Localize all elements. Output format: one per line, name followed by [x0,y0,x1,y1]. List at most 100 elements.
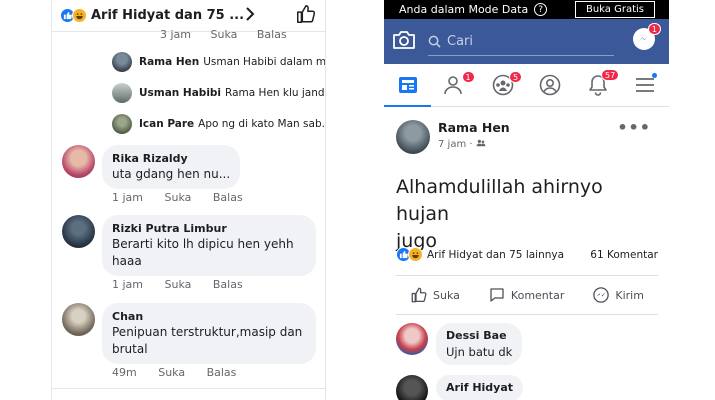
messenger-send-icon [593,287,610,303]
profile-icon [539,74,561,96]
facebook-post-panel: Anda dalam Mode Data ? Buka Gratis Cari … [384,0,669,400]
nav-profile[interactable] [527,64,575,106]
search-placeholder: Cari [447,33,473,49]
comment-meta: 1 jam Suka Balas [112,278,261,291]
reply-author: Usman Habibi [139,87,222,99]
comment-composer-bar[interactable] [52,388,325,400]
reactors-text: Arif Hidyat dan 75 ... [91,8,245,23]
reply-item[interactable]: Usman Habibi Rama Hen klu jand... [112,83,326,103]
avatar[interactable] [62,303,95,336]
avatar [112,114,132,134]
haha-reaction-icon [72,8,87,23]
post-text: Alhamdulillah ahirnyo hujan jugo [396,174,656,255]
send-button[interactable]: Kirim [592,286,644,304]
send-label: Kirim [615,288,644,302]
notifications-badge: 57 [601,69,620,81]
friends-audience-icon [476,139,486,147]
like-label: Suka [433,288,460,302]
post-reactors[interactable]: Arif Hidyat dan 75 lainnya [427,249,564,261]
news-feed-icon [398,77,417,93]
post-text-line: Alhamdulillah ahirnyo hujan [396,176,603,225]
like-link[interactable]: Suka [158,366,185,379]
avatar[interactable] [396,375,428,400]
groups-badge: 5 [509,71,523,83]
reply-link[interactable]: Balas [257,28,287,41]
reply-link[interactable]: Balas [213,191,243,204]
comment-bubble[interactable]: Chan Penipuan terstruktur,masip dan brut… [102,303,316,364]
comment-meta: 1 jam Suka Balas [112,191,261,204]
more-options-icon[interactable]: ••• [617,118,651,137]
main-nav: 1 5 57 [384,64,669,107]
comment-meta: 3 jam Suka Balas [160,28,303,41]
reply-text: Apo ng di kato Man sab... [198,118,326,130]
search-input[interactable]: Cari [428,28,614,56]
comment-count[interactable]: 61 Komentar [590,249,658,261]
comment-bubble[interactable]: Rika Rizaldy uta gdang hen nu... [102,145,241,189]
reply-item[interactable]: Ican Pare Apo ng di kato Man sab... [112,114,326,134]
reply-text: Rama Hen klu jand... [225,87,326,99]
post-time: 7 jam · [438,139,510,150]
comment-text-line: Berarti kito lh dipicu hen yehh [112,237,294,251]
reply-link[interactable]: Balas [213,278,243,291]
reply-item[interactable]: Rama Hen Usman Habibi dalam mi... [112,52,326,72]
comment-author[interactable]: Chan [112,309,306,324]
chevron-right-icon[interactable] [245,5,255,26]
top-bar: Cari 1 [384,19,669,64]
post-header: Rama Hen 7 jam · [396,120,510,154]
reaction-icons [60,8,87,23]
like-link[interactable]: Suka [211,28,238,41]
avatar [112,83,132,103]
reply-author: Ican Pare [139,118,195,130]
haha-reaction-icon [408,247,423,262]
comments-panel: Arif Hidyat dan 75 ... 3 jam Suka Balas … [51,0,326,400]
nav-friends[interactable]: 1 [432,64,480,106]
thumbs-up-icon[interactable] [295,3,317,29]
nav-news-feed[interactable] [384,64,432,106]
nav-groups[interactable]: 5 [479,64,527,106]
comment-author[interactable]: Arif Hidyat [446,380,513,396]
avatar[interactable] [62,145,95,178]
help-icon[interactable]: ? [534,3,548,16]
comment-text: uta gdang hen nu... [112,167,231,181]
comment-time: 1 jam [112,191,144,204]
post-stats: Arif Hidyat dan 75 lainnya 61 Komentar [396,247,658,262]
comment-meta: 49m Suka Balas [112,366,254,379]
comment-button[interactable]: Komentar [488,286,564,304]
comment-author[interactable]: Rizki Putra Limbur [112,221,306,236]
post-time-text: 7 jam · [438,139,473,150]
comment-icon [490,288,504,302]
post-actions: Suka Komentar Kirim [396,275,658,315]
comment-author[interactable]: Dessi Bae [446,328,512,344]
menu-dot-indicator [652,73,657,78]
comment-bubble[interactable]: Rizki Putra Limbur Berarti kito lh dipic… [102,215,316,276]
comment-label: Komentar [510,288,565,302]
comment-bubble[interactable]: Dessi Bae Ujn batu dk [436,323,523,365]
reply-link[interactable]: Balas [207,366,237,379]
messenger-badge: 1 [647,23,661,35]
comment-time: 1 jam [112,278,144,291]
like-link[interactable]: Suka [165,191,192,204]
reply-author: Rama Hen [139,56,200,68]
avatar[interactable] [62,215,95,248]
camera-icon[interactable] [392,30,416,54]
nav-notifications[interactable]: 57 [574,64,622,106]
data-mode-text: Anda dalam Mode Data [399,3,529,16]
data-mode-bar: Anda dalam Mode Data ? Buka Gratis [384,0,669,19]
menu-icon [636,78,655,92]
open-free-button[interactable]: Buka Gratis [574,1,655,18]
comment-bubble[interactable]: Arif Hidyat [436,375,524,400]
like-button[interactable]: Suka [410,286,460,304]
search-icon [428,35,441,48]
comment-time: 49m [112,366,137,379]
post-author[interactable]: Rama Hen [438,120,510,135]
comment-author[interactable]: Rika Rizaldy [112,151,230,166]
friends-badge: 1 [461,71,475,83]
reply-text: Usman Habibi dalam mi... [203,56,326,68]
comment-text: Ujn batu dk [446,345,513,359]
avatar[interactable] [396,323,428,355]
avatar[interactable] [396,120,430,154]
comment-time: 3 jam [160,28,192,41]
active-tab-indicator [384,105,431,107]
like-link[interactable]: Suka [165,278,192,291]
nav-menu[interactable] [622,64,670,106]
